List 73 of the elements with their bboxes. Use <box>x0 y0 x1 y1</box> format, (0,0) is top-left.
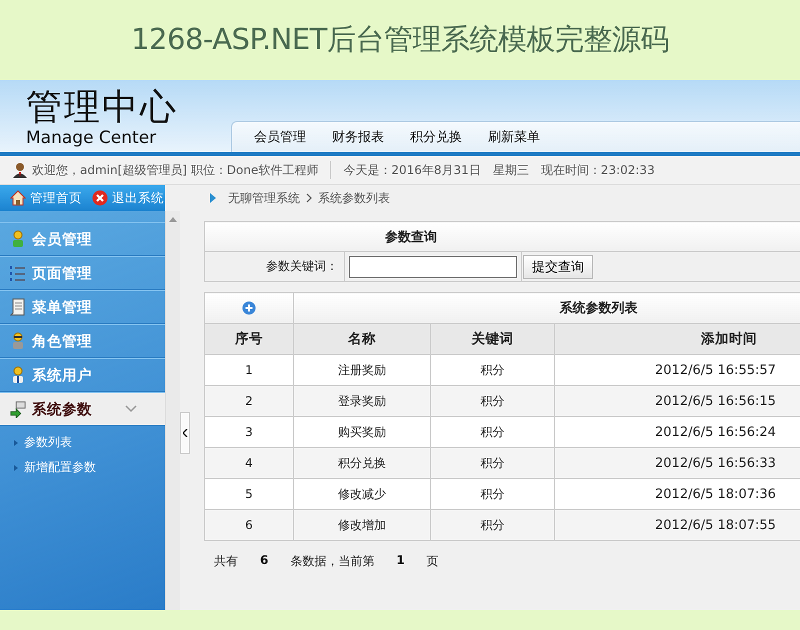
sidebar-item[interactable]: 页面管理 <box>0 256 165 290</box>
table-cell: 6 <box>204 510 294 540</box>
table-cell: 2012/6/5 16:55:57 <box>554 354 800 386</box>
table-cell: 购买奖励 <box>294 416 430 448</box>
person-icon <box>10 230 26 248</box>
date-time-text: 今天是：2016年8月31日 星期三 现在时间：23:02:33 <box>343 162 655 178</box>
settings-arrow-icon <box>10 400 26 418</box>
nav-item[interactable]: 刷新菜单 <box>488 128 540 146</box>
table-cell: 积分 <box>430 448 554 478</box>
table-cell: 积分 <box>430 386 554 416</box>
home-icon <box>10 190 26 206</box>
field-label: 参数关键词： <box>204 252 344 282</box>
table-cell: 5 <box>204 478 294 510</box>
home-link[interactable]: 管理首页 <box>10 190 82 206</box>
table-title: 参数查询 <box>204 222 800 252</box>
document-icon <box>10 298 26 316</box>
user-icon <box>12 162 28 178</box>
nav-item[interactable]: 积分兑换 <box>410 128 462 146</box>
table-cell: 2012/6/5 18:07:55 <box>554 510 800 540</box>
person-icon <box>10 332 26 350</box>
bullet-icon <box>14 464 18 470</box>
pager-text: 共有 <box>214 553 238 570</box>
table-cell: 修改减少 <box>294 478 430 510</box>
column-header: 序号 <box>204 324 294 354</box>
column-header: 名称 <box>294 324 430 354</box>
nav-item[interactable]: 财务报表 <box>332 128 384 146</box>
submenu-item[interactable]: 参数列表 <box>14 434 165 451</box>
page-number: 1 <box>396 553 405 569</box>
column-header: 关键词 <box>430 324 554 354</box>
total-count: 6 <box>260 553 268 569</box>
nav-item[interactable]: 会员管理 <box>254 128 306 146</box>
sidebar-item[interactable]: 菜单管理 <box>0 290 165 324</box>
collapse-handle[interactable] <box>180 412 190 454</box>
column-header: 添加时间 <box>554 324 800 354</box>
triangle-icon <box>210 193 216 203</box>
table-cell: 注册奖励 <box>294 354 430 386</box>
breadcrumb-item[interactable]: 无聊管理系统 <box>228 190 300 206</box>
submit-button[interactable]: 提交查询 <box>523 254 593 278</box>
table-cell: 积分兑换 <box>294 448 430 478</box>
logo-title: 管理中心 <box>26 88 179 128</box>
banner-title: 1268-ASP.NET后台管理系统模板完整源码 <box>131 21 669 58</box>
close-icon <box>92 190 108 206</box>
table-cell: 2012/6/5 16:56:15 <box>554 386 800 416</box>
submenu-item[interactable]: 新增配置参数 <box>14 459 165 476</box>
sidebar-item[interactable]: 角色管理 <box>0 324 165 358</box>
table-cell: 积分 <box>430 416 554 448</box>
breadcrumb-item: 系统参数列表 <box>318 190 390 206</box>
logo-subtitle: Manage Center <box>26 128 158 148</box>
table-cell: 2012/6/5 16:56:24 <box>554 416 800 448</box>
table-cell: 2 <box>204 386 294 416</box>
sidebar-item[interactable]: 会员管理 <box>0 222 165 256</box>
chevron-icon <box>306 193 312 203</box>
table-cell: 登录奖励 <box>294 386 430 416</box>
add-icon[interactable] <box>242 301 256 315</box>
table-cell: 积分 <box>430 478 554 510</box>
welcome-text: 欢迎您，admin[超级管理员] 职位：Done软件工程师 <box>32 162 318 178</box>
table-cell: 积分 <box>430 510 554 540</box>
table-cell: 2012/6/5 18:07:36 <box>554 478 800 510</box>
keyword-input-field[interactable] <box>349 256 517 278</box>
table-cell: 1 <box>204 354 294 386</box>
table-cell: 修改增加 <box>294 510 430 540</box>
table-title: 系统参数列表 <box>294 292 800 324</box>
table-cell: 2012/6/5 16:56:33 <box>554 448 800 478</box>
numbered-list-icon <box>10 264 26 282</box>
person-icon <box>10 366 26 384</box>
sidebar-item[interactable]: 系统参数 <box>0 392 165 426</box>
pager-text: 条数据，当前第 <box>290 553 374 570</box>
table-cell: 积分 <box>430 354 554 386</box>
logout-link[interactable]: 退出系统 <box>92 190 164 206</box>
table-cell: 4 <box>204 448 294 478</box>
table-cell: 3 <box>204 416 294 448</box>
pager-text: 页 <box>426 553 439 570</box>
bullet-icon <box>14 440 18 446</box>
